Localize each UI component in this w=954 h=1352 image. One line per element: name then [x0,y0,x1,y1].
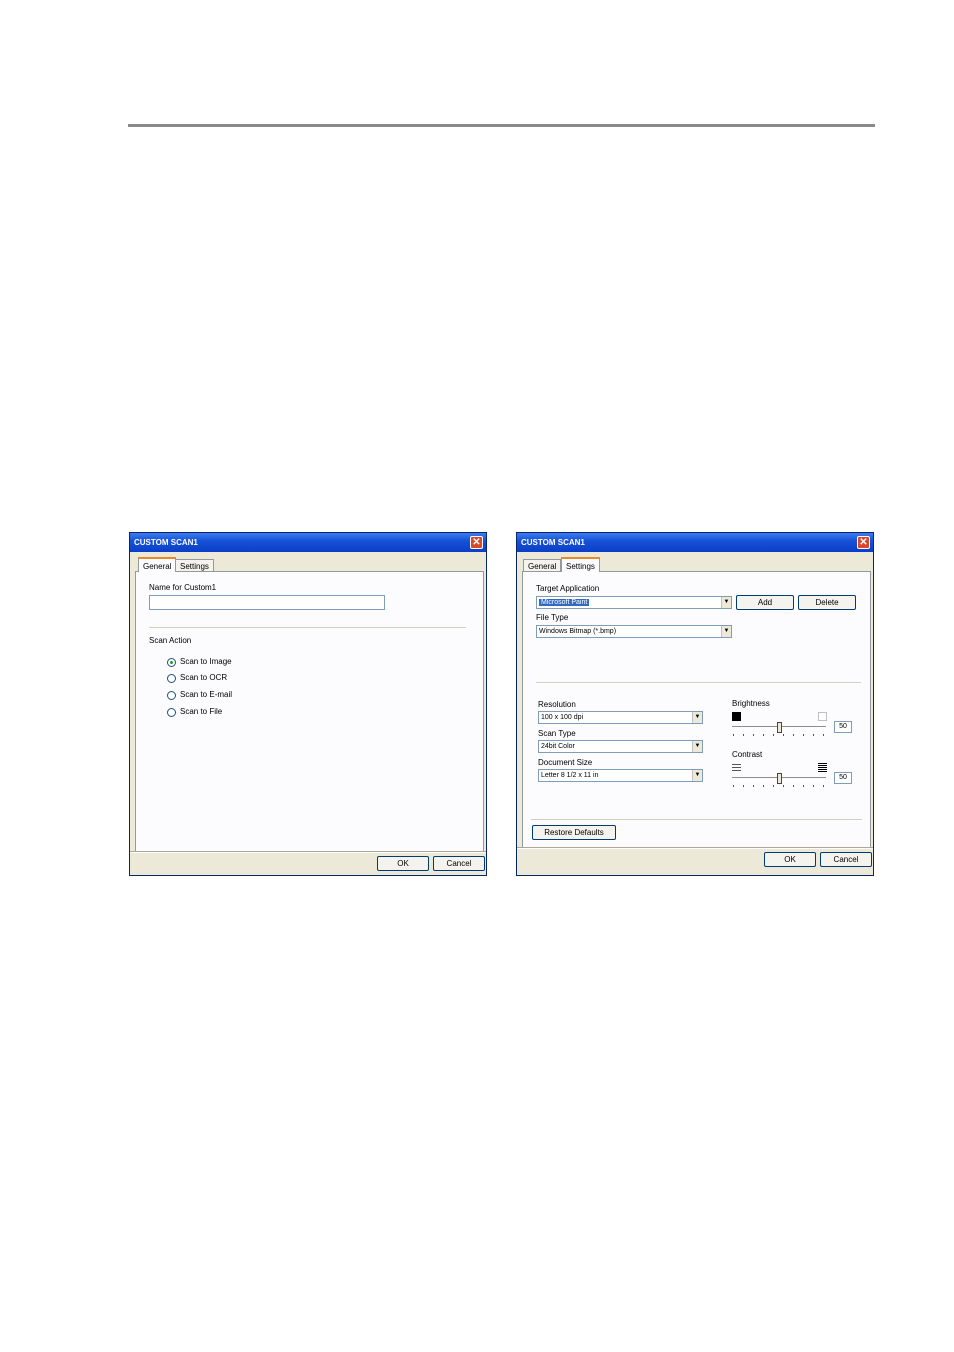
brightness-value[interactable]: 50 [834,721,852,733]
radio-label: Scan to Image [180,657,232,666]
tab-panel: Name for Custom1 Scan Action Scan to Ima… [135,571,484,852]
document-size-select[interactable]: Letter 8 1/2 x 11 in ▼ [538,769,703,782]
radio-unselected-icon [167,674,176,683]
chevron-down-icon[interactable]: ▼ [721,597,731,608]
contrast-label: Contrast [732,750,763,759]
add-button[interactable]: Add [736,595,794,610]
radio-label: Scan to OCR [180,673,228,682]
chevron-down-icon[interactable]: ▼ [692,770,702,781]
contrast-value[interactable]: 50 [834,772,852,784]
separator [531,819,862,821]
target-application-select[interactable]: Microsoft Paint ▼ [536,596,732,609]
close-icon[interactable]: ✕ [470,536,483,549]
resolution-select[interactable]: 100 x 100 dpi ▼ [538,711,703,724]
contrast-slider-thumb[interactable] [777,773,782,784]
scan-action-label: Scan Action [149,636,192,645]
title-bar[interactable]: CUSTOM SCAN1 ✕ [517,533,873,552]
tab-general[interactable]: General [138,557,177,572]
light-swatch-icon [818,712,827,721]
ok-button[interactable]: OK [764,852,816,867]
combo-value: Letter 8 1/2 x 11 in [541,772,599,779]
combo-value: Microsoft Paint [539,599,590,606]
chevron-down-icon[interactable]: ▼ [692,741,702,752]
document-size-label: Document Size [538,758,593,767]
bottom-separator [517,847,873,849]
title-bar[interactable]: CUSTOM SCAN1 ✕ [130,533,486,552]
radio-unselected-icon [167,691,176,700]
tab-settings[interactable]: Settings [561,557,600,572]
separator [149,627,466,629]
brightness-slider-thumb[interactable] [777,722,782,733]
combo-value: 100 x 100 dpi [541,714,584,721]
cancel-button[interactable]: Cancel [433,856,485,871]
high-contrast-icon [818,763,827,772]
dark-swatch-icon [732,712,741,721]
low-contrast-icon [732,763,741,772]
combo-value: Windows Bitmap (*.bmp) [539,628,617,635]
restore-defaults-button[interactable]: Restore Defaults [532,825,616,840]
cancel-button[interactable]: Cancel [820,852,872,867]
chevron-down-icon[interactable]: ▼ [721,626,731,637]
file-type-label: File Type [536,613,569,622]
scan-type-select[interactable]: 24bit Color ▼ [538,740,703,753]
bottom-separator [130,851,486,853]
close-icon[interactable]: ✕ [857,536,870,549]
resolution-label: Resolution [538,700,576,709]
radio-label: Scan to File [180,707,223,716]
name-label: Name for Custom1 [149,583,217,592]
radio-label: Scan to E-mail [180,690,233,699]
dialog-title: CUSTOM SCAN1 [134,538,198,547]
custom-scan-dialog-general: CUSTOM SCAN1 ✕ General Settings Name for… [129,532,487,876]
radio-unselected-icon [167,708,176,717]
file-type-select[interactable]: Windows Bitmap (*.bmp) ▼ [536,625,732,638]
radio-selected-icon [167,658,176,667]
ok-button[interactable]: OK [377,856,429,871]
name-field[interactable] [149,595,385,610]
tab-panel: Target Application Microsoft Paint ▼ Add… [522,571,871,848]
scan-type-label: Scan Type [538,729,576,738]
brightness-label: Brightness [732,699,770,708]
brightness-ticks [732,734,826,737]
target-application-label: Target Application [536,584,600,593]
separator [536,682,861,684]
dialog-title: CUSTOM SCAN1 [521,538,585,547]
delete-button[interactable]: Delete [798,595,856,610]
contrast-ticks [732,785,826,788]
combo-value: 24bit Color [541,743,575,750]
header-rule [128,124,875,127]
custom-scan-dialog-settings: CUSTOM SCAN1 ✕ General Settings Target A… [516,532,874,876]
chevron-down-icon[interactable]: ▼ [692,712,702,723]
